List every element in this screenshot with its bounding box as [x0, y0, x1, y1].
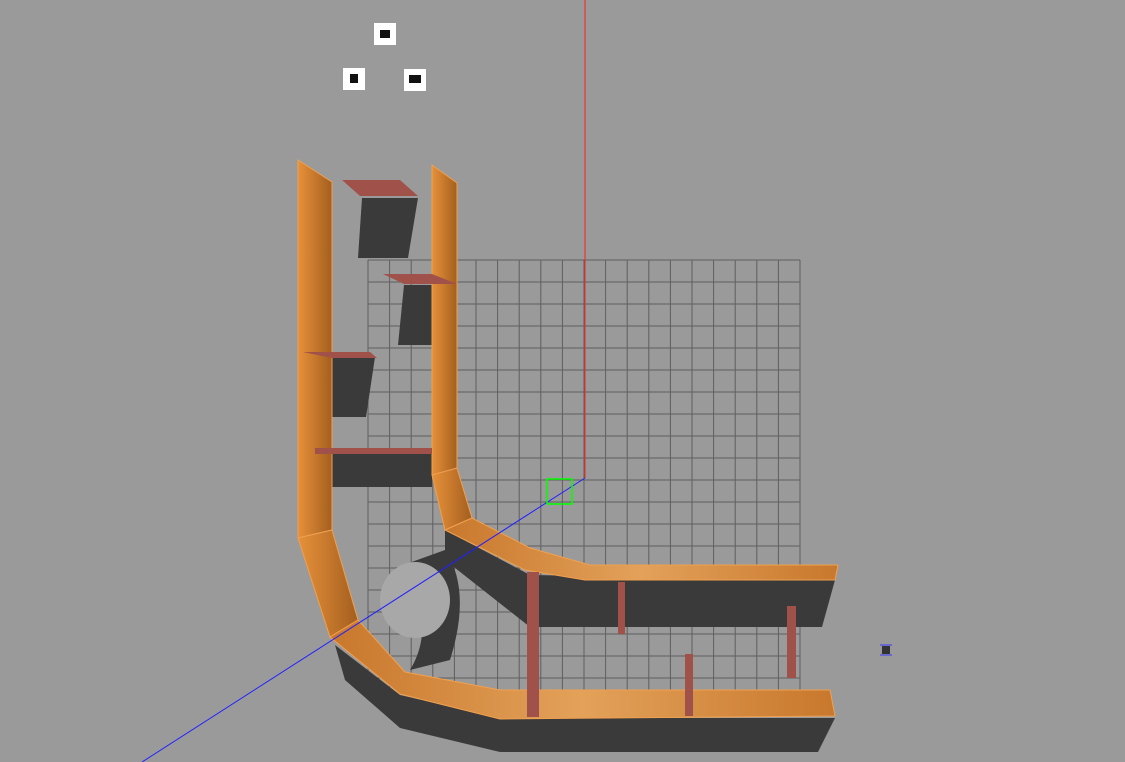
divider-panel	[527, 572, 539, 717]
robot-model-icon[interactable]	[880, 644, 892, 656]
divider-panel	[685, 654, 693, 716]
camera-icon[interactable]	[374, 23, 396, 45]
shelf-shadow	[358, 198, 418, 258]
shelf-shadow	[398, 285, 432, 345]
cylinder-object	[380, 562, 450, 638]
divider-panel	[787, 606, 796, 678]
right-upright-board	[431, 164, 458, 476]
shelf-plate	[342, 180, 418, 196]
left-lower-board	[297, 529, 359, 638]
divider-panel	[618, 582, 625, 634]
camera-icon[interactable]	[404, 69, 426, 91]
3d-viewport[interactable]	[0, 0, 1125, 762]
shelf-shadow	[332, 357, 375, 417]
shelf-plate	[315, 448, 432, 454]
shelf-shadow	[332, 452, 432, 487]
left-upright-board	[297, 159, 333, 539]
light-icon[interactable]	[343, 68, 365, 90]
